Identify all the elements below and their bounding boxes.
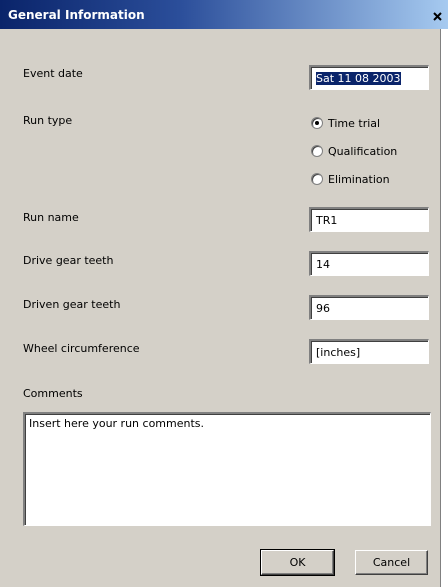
run-type-label: Run type bbox=[23, 114, 73, 127]
radio-button-icon bbox=[311, 145, 323, 157]
event-date-label: Event date bbox=[23, 67, 83, 80]
radio-time-trial-label: Time trial bbox=[328, 117, 381, 130]
comments-value: Insert here your run comments. bbox=[29, 417, 205, 430]
event-date-value: Sat 11 08 2003 bbox=[316, 72, 401, 85]
driven-gear-teeth-field[interactable]: 96 bbox=[309, 295, 429, 320]
wheel-circumference-value: [inches] bbox=[316, 346, 361, 359]
wheel-circumference-field[interactable]: [inches] bbox=[309, 339, 429, 364]
comments-label: Comments bbox=[23, 387, 83, 400]
run-name-value: TR1 bbox=[316, 214, 338, 227]
radio-elimination-label: Elimination bbox=[328, 173, 390, 186]
radio-button-icon bbox=[311, 173, 323, 185]
drive-gear-teeth-value: 14 bbox=[316, 258, 330, 271]
comments-textarea[interactable]: Insert here your run comments. bbox=[23, 412, 431, 526]
window-title: General Information bbox=[8, 8, 145, 22]
driven-gear-teeth-value: 96 bbox=[316, 302, 330, 315]
drive-gear-teeth-field[interactable]: 14 bbox=[309, 251, 429, 276]
close-icon[interactable] bbox=[430, 10, 446, 24]
driven-gear-teeth-label: Driven gear teeth bbox=[23, 298, 121, 311]
title-bar[interactable]: General Information bbox=[0, 0, 448, 29]
general-information-dialog: General Information Event date Sat 11 08… bbox=[0, 0, 448, 587]
radio-qualification-label: Qualification bbox=[328, 145, 398, 158]
run-name-label: Run name bbox=[23, 211, 79, 224]
radio-button-icon bbox=[311, 117, 323, 129]
event-date-field[interactable]: Sat 11 08 2003 bbox=[309, 65, 429, 90]
wheel-circumference-label: Wheel circumference bbox=[23, 342, 140, 355]
drive-gear-teeth-label: Drive gear teeth bbox=[23, 254, 114, 267]
ok-button[interactable]: OK bbox=[260, 549, 335, 576]
run-name-field[interactable]: TR1 bbox=[309, 207, 429, 232]
cancel-button[interactable]: Cancel bbox=[355, 550, 428, 575]
